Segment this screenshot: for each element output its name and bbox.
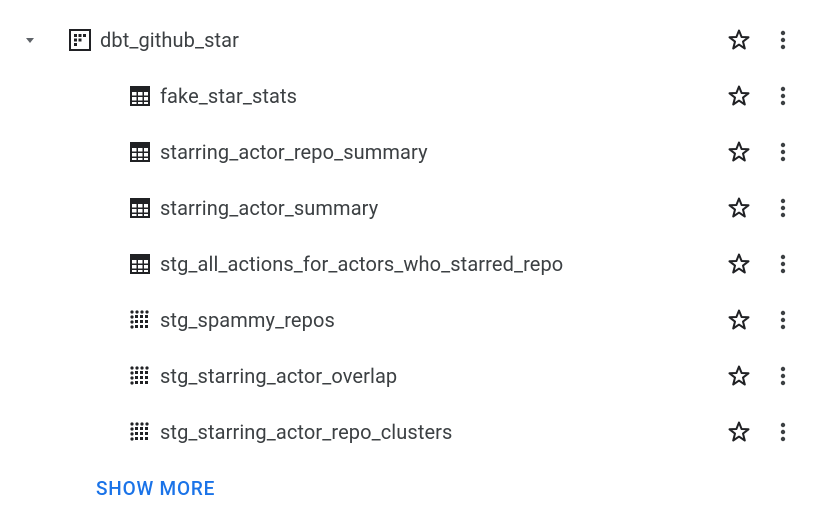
- table-row[interactable]: starring_actor_summary: [0, 180, 814, 236]
- view-icon: [128, 420, 152, 444]
- table-label: starring_actor_repo_summary: [160, 140, 714, 164]
- table-row[interactable]: starring_actor_repo_summary: [0, 124, 814, 180]
- star-icon[interactable]: [726, 195, 752, 221]
- more-actions-icon[interactable]: [770, 307, 796, 333]
- table-label: stg_starring_actor_overlap: [160, 364, 714, 388]
- table-row[interactable]: fake_star_stats: [0, 68, 814, 124]
- show-more-button[interactable]: SHOW MORE: [96, 477, 215, 500]
- dataset-icon: [68, 28, 92, 52]
- more-actions-icon[interactable]: [770, 27, 796, 53]
- dataset-row[interactable]: dbt_github_star: [0, 12, 814, 68]
- table-label: stg_starring_actor_repo_clusters: [160, 420, 714, 444]
- table-label: fake_star_stats: [160, 84, 714, 108]
- star-icon[interactable]: [726, 251, 752, 277]
- more-actions-icon[interactable]: [770, 363, 796, 389]
- table-label: starring_actor_summary: [160, 196, 714, 220]
- star-icon[interactable]: [726, 83, 752, 109]
- expand-toggle-icon[interactable]: [17, 27, 43, 53]
- table-label: stg_all_actions_for_actors_who_starred_r…: [160, 252, 714, 276]
- star-icon[interactable]: [726, 363, 752, 389]
- more-actions-icon[interactable]: [770, 195, 796, 221]
- star-icon[interactable]: [726, 307, 752, 333]
- table-row[interactable]: stg_starring_actor_repo_clusters: [0, 404, 814, 460]
- more-actions-icon[interactable]: [770, 419, 796, 445]
- star-icon[interactable]: [726, 139, 752, 165]
- star-icon[interactable]: [726, 27, 752, 53]
- table-row[interactable]: stg_starring_actor_overlap: [0, 348, 814, 404]
- view-icon: [128, 308, 152, 332]
- table-icon: [128, 140, 152, 164]
- table-icon: [128, 196, 152, 220]
- dataset-label: dbt_github_star: [100, 28, 714, 52]
- more-actions-icon[interactable]: [770, 251, 796, 277]
- more-actions-icon[interactable]: [770, 139, 796, 165]
- table-icon: [128, 252, 152, 276]
- table-row[interactable]: stg_spammy_repos: [0, 292, 814, 348]
- table-row[interactable]: stg_all_actions_for_actors_who_starred_r…: [0, 236, 814, 292]
- star-icon[interactable]: [726, 419, 752, 445]
- table-label: stg_spammy_repos: [160, 308, 714, 332]
- table-icon: [128, 84, 152, 108]
- more-actions-icon[interactable]: [770, 83, 796, 109]
- view-icon: [128, 364, 152, 388]
